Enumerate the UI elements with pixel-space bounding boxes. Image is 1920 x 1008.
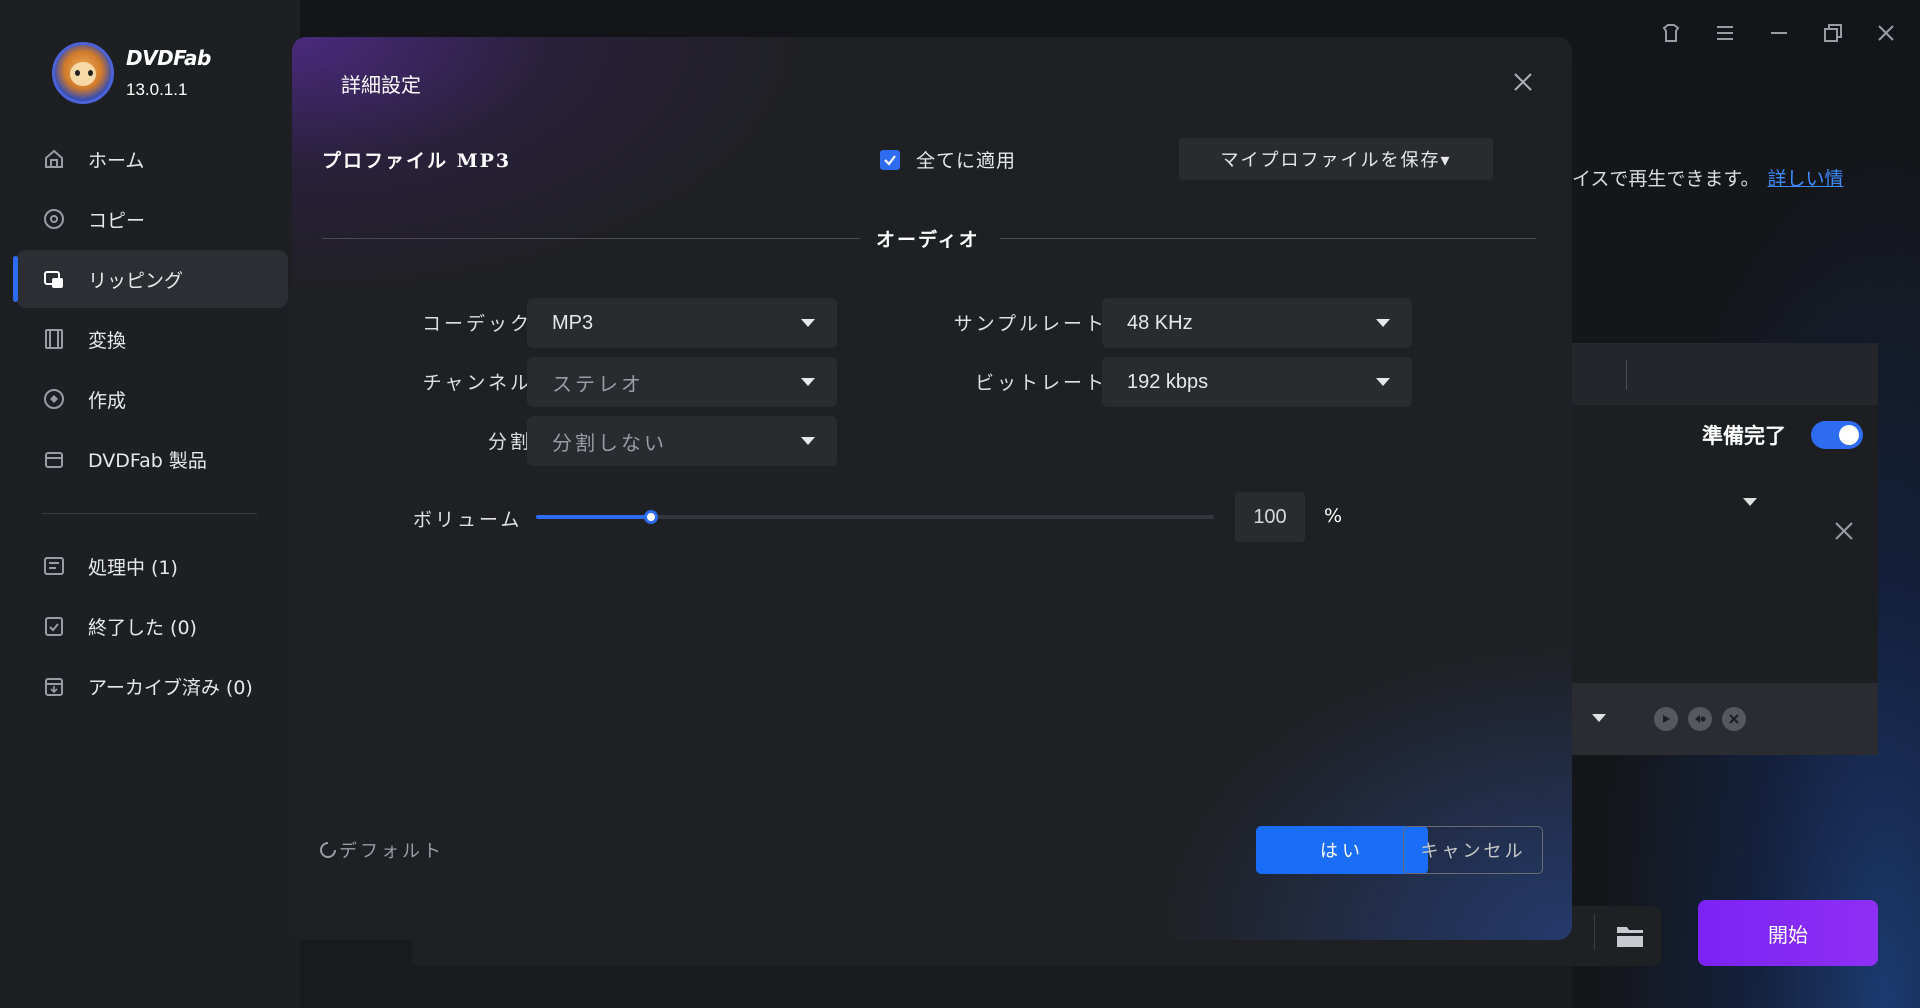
ripper-icon <box>42 267 66 291</box>
sidebar-item-label: 作成 <box>88 389 127 412</box>
chevron-down-icon <box>801 319 815 327</box>
ready-status-label: 準備完了 <box>1702 424 1786 448</box>
chevron-down-icon <box>801 378 815 386</box>
close-dialog-icon[interactable] <box>1510 69 1536 95</box>
split-select[interactable]: 分割しない <box>527 416 837 466</box>
split-label: 分割 <box>487 431 532 453</box>
advanced-settings-dialog: 詳細設定 プロファイル MP3 全てに適用 マイプロファイルを保存▾ オーディオ… <box>292 37 1572 940</box>
bitrate-select[interactable]: 192 kbps <box>1102 357 1412 407</box>
codec-value: MP3 <box>552 311 594 334</box>
skin-icon[interactable] <box>1658 20 1684 46</box>
sidebar-item-label: ホーム <box>88 149 145 172</box>
sidebar-item-convert[interactable]: 変換 <box>16 310 288 368</box>
volume-slider[interactable] <box>536 510 1214 524</box>
sidebar-item-label: リッピング <box>88 269 184 292</box>
sidebar-divider <box>42 513 257 514</box>
reset-icon <box>320 842 336 858</box>
channel-value: ステレオ <box>552 371 644 396</box>
play-icon[interactable] <box>1654 707 1678 731</box>
sidebar-item-label: 処理中 (1) <box>88 556 178 579</box>
more-info-link[interactable]: 詳しい情 <box>1768 168 1844 190</box>
chevron-down-icon[interactable] <box>1743 498 1757 506</box>
sidebar-item-finished[interactable]: 終了した (0) <box>16 597 288 655</box>
audio-track-icon[interactable] <box>1688 707 1712 731</box>
sidebar: DVDFab 13.0.1.1 ホーム コピー リッピング 変換 作成 DVDF… <box>0 0 300 1008</box>
sidebar-item-label: アーカイブ済み (0) <box>88 676 253 699</box>
sidebar-item-processing[interactable]: 処理中 (1) <box>16 537 288 595</box>
chevron-down-icon <box>1376 378 1390 386</box>
products-icon <box>42 447 66 471</box>
sidebar-item-home[interactable]: ホーム <box>16 130 288 188</box>
app-logo: DVDFab 13.0.1.1 <box>52 42 211 104</box>
chevron-down-icon <box>801 437 815 445</box>
bitrate-value: 192 kbps <box>1127 370 1209 393</box>
close-window-icon[interactable] <box>1873 20 1899 46</box>
sidebar-item-products[interactable]: DVDFab 製品 <box>16 430 288 488</box>
split-value: 分割しない <box>552 430 667 455</box>
section-divider-left <box>322 238 860 239</box>
dialog-title: 詳細設定 <box>341 73 421 97</box>
sidebar-item-label: DVDFab 製品 <box>88 449 207 472</box>
sidebar-item-create[interactable]: 作成 <box>16 370 288 428</box>
sidebar-item-archived[interactable]: アーカイブ済み (0) <box>16 657 288 715</box>
save-profile-dropdown[interactable]: マイプロファイルを保存▾ <box>1179 138 1493 180</box>
codec-label: コーデック <box>421 313 532 335</box>
sidebar-item-label: 終了した (0) <box>88 616 197 639</box>
task-table-header <box>1572 343 1878 405</box>
main-nav: ホーム コピー リッピング 変換 作成 DVDFab 製品 <box>13 130 288 490</box>
section-title-audio: オーディオ <box>876 229 980 251</box>
menu-icon[interactable] <box>1712 20 1738 46</box>
ready-toggle[interactable] <box>1811 421 1863 449</box>
archive-icon <box>42 674 66 698</box>
processing-icon <box>42 554 66 578</box>
reset-default-button[interactable]: デフォルト <box>317 837 444 863</box>
info-text: イスで再生できます。 <box>1572 168 1760 190</box>
brand-name: DVDFab <box>126 46 211 70</box>
copy-disc-icon <box>42 207 66 231</box>
clear-icon[interactable] <box>1722 707 1746 731</box>
path-separator <box>1594 914 1595 950</box>
sidebar-item-copy[interactable]: コピー <box>16 190 288 248</box>
volume-unit: % <box>1324 505 1343 527</box>
sidebar-item-label: コピー <box>88 209 146 232</box>
sidebar-item-label: 変換 <box>88 329 127 352</box>
disc-create-icon <box>42 387 66 411</box>
default-label: デフォルト <box>339 841 444 862</box>
restore-icon[interactable] <box>1820 20 1846 46</box>
sample-rate-value: 48 KHz <box>1127 311 1193 334</box>
start-button[interactable]: 開始 <box>1698 900 1878 966</box>
sidebar-item-ripper[interactable]: リッピング <box>13 250 288 308</box>
film-icon <box>42 327 66 351</box>
apply-all-label: 全てに適用 <box>916 150 1017 172</box>
ripper-info-text: イスで再生できます。 詳しい情 <box>1572 164 1844 191</box>
volume-slider-fill <box>536 515 652 519</box>
header-separator <box>1626 360 1627 390</box>
folder-icon[interactable] <box>1610 916 1650 956</box>
task-queue-nav: 処理中 (1) 終了した (0) アーカイブ済み (0) <box>16 537 288 717</box>
volume-input[interactable]: 100 <box>1235 492 1305 542</box>
remove-task-icon[interactable] <box>1832 519 1856 543</box>
apply-all-checkbox[interactable]: 全てに適用 <box>880 146 1016 173</box>
section-divider-right <box>1000 238 1536 239</box>
home-icon <box>42 147 66 171</box>
profile-label: プロファイル MP3 <box>322 150 512 172</box>
channel-select[interactable]: ステレオ <box>527 357 837 407</box>
chevron-down-icon[interactable] <box>1592 714 1606 722</box>
cancel-button[interactable]: キャンセル <box>1403 826 1543 874</box>
app-version: 13.0.1.1 <box>126 80 188 99</box>
minimize-icon[interactable] <box>1766 20 1792 46</box>
bitrate-label: ビットレート <box>974 372 1107 394</box>
finished-icon <box>42 614 66 638</box>
chevron-down-icon <box>1376 319 1390 327</box>
channel-label: チャンネル <box>422 372 532 394</box>
sample-rate-label: サンプルレート <box>953 313 1107 335</box>
sample-rate-select[interactable]: 48 KHz <box>1102 298 1412 348</box>
codec-select[interactable]: MP3 <box>527 298 837 348</box>
volume-label: ボリューム <box>413 509 523 531</box>
checkbox-checked-icon[interactable] <box>880 149 900 170</box>
volume-slider-handle[interactable] <box>644 510 659 524</box>
monkey-logo-icon <box>52 42 114 104</box>
